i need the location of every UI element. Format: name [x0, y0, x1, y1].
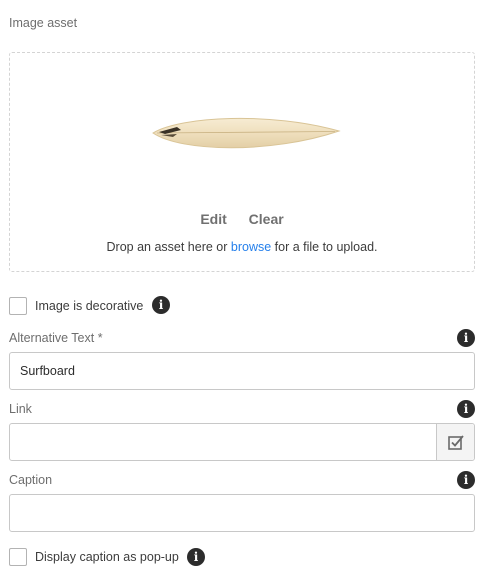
- decorative-label: Image is decorative: [35, 299, 144, 313]
- edit-asset-button[interactable]: Edit: [200, 211, 226, 227]
- link-label: Link: [9, 402, 32, 416]
- drop-hint: Drop an asset here or browse for a file …: [10, 240, 474, 254]
- browse-link[interactable]: browse: [231, 240, 271, 254]
- image-asset-label: Image asset: [9, 16, 78, 30]
- drop-hint-text: Drop an asset here or: [106, 240, 231, 254]
- image-asset-dropzone[interactable]: Edit Clear Drop an asset here or browse …: [9, 52, 475, 272]
- caption-popup-checkbox[interactable]: [9, 548, 27, 566]
- decorative-info-icon[interactable]: i: [152, 296, 170, 314]
- caption-popup-label: Display caption as pop-up: [35, 550, 179, 564]
- surfboard-thumbnail[interactable]: [151, 110, 341, 156]
- caption-info-icon[interactable]: i: [457, 471, 475, 489]
- alt-text-input[interactable]: Surfboard: [9, 352, 475, 390]
- decorative-checkbox[interactable]: [9, 297, 27, 315]
- drop-hint-text-end: for a file to upload.: [271, 240, 378, 254]
- link-picker-button[interactable]: [436, 424, 474, 460]
- clear-asset-button[interactable]: Clear: [249, 211, 284, 227]
- caption-input[interactable]: [9, 494, 475, 532]
- caption-popup-info-icon[interactable]: i: [187, 548, 205, 566]
- caption-label: Caption: [9, 473, 53, 487]
- checkbox-icon: [447, 435, 464, 450]
- link-input[interactable]: [9, 423, 475, 461]
- alt-text-label: Alternative Text *: [9, 331, 103, 345]
- alt-text-info-icon[interactable]: i: [457, 329, 475, 347]
- link-info-icon[interactable]: i: [457, 400, 475, 418]
